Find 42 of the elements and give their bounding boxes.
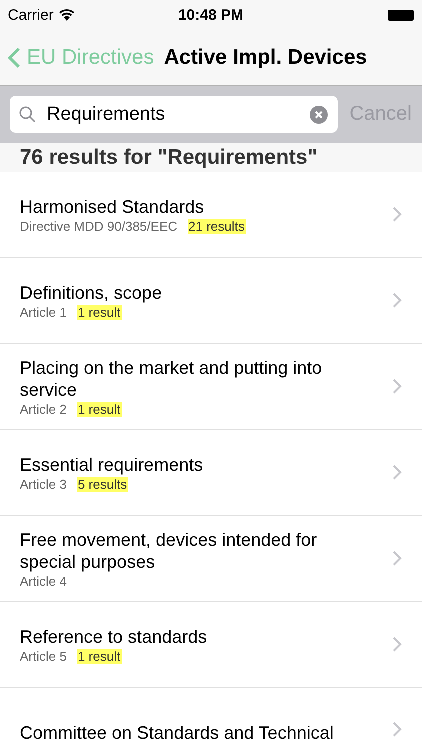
chevron-left-icon bbox=[8, 46, 21, 68]
clear-icon[interactable] bbox=[310, 106, 328, 124]
row-title: Free movement, devices intended for special purposes bbox=[20, 528, 318, 572]
row-subtitle: Article 5 bbox=[20, 648, 67, 664]
row-subtitle: Article 1 bbox=[20, 304, 67, 320]
result-row[interactable]: Definitions, scope Article 1 1 result bbox=[0, 258, 422, 344]
result-row[interactable]: Free movement, devices intended for special purposes Article 4 bbox=[0, 516, 422, 602]
chevron-right-icon bbox=[393, 551, 402, 566]
results-count: 76 results for "Requirements" bbox=[20, 146, 318, 170]
chevron-right-icon bbox=[393, 379, 402, 394]
row-subtitle: Article 3 bbox=[20, 476, 67, 492]
search-icon bbox=[19, 106, 36, 123]
clock-time: 10:48 PM bbox=[178, 6, 244, 24]
nav-title: Active Impl. Devices bbox=[164, 46, 368, 70]
result-row[interactable]: Essential requirements Article 3 5 results bbox=[0, 430, 422, 516]
wifi-icon bbox=[58, 9, 75, 21]
row-title: Definitions, scope bbox=[20, 282, 164, 304]
chevron-right-icon bbox=[393, 637, 402, 652]
result-count-badge: 1 result bbox=[76, 648, 122, 664]
result-row[interactable]: Placing on the market and putting into service Article 2 1 result bbox=[0, 344, 422, 430]
result-count-badge: 1 result bbox=[76, 304, 122, 320]
row-subtitle: Article 4 bbox=[20, 574, 67, 588]
result-row[interactable]: Committee on Standards and Technical bbox=[0, 688, 422, 750]
carrier-name: Carrier bbox=[8, 6, 54, 24]
result-row[interactable]: Reference to standards Article 5 1 result bbox=[0, 602, 422, 688]
battery-icon bbox=[388, 10, 414, 20]
row-title: Harmonised Standards bbox=[20, 196, 206, 218]
chevron-right-icon bbox=[393, 293, 402, 308]
result-count-badge: 21 results bbox=[188, 218, 246, 234]
row-title: Committee on Standards and Technical bbox=[20, 722, 335, 744]
chevron-right-icon bbox=[393, 465, 402, 480]
chevron-right-icon bbox=[393, 722, 402, 737]
chevron-right-icon bbox=[393, 207, 402, 222]
row-title: Reference to standards bbox=[20, 626, 208, 648]
row-subtitle: Directive MDD 90/385/EEC bbox=[20, 218, 178, 234]
row-title: Essential requirements bbox=[20, 454, 204, 476]
result-row[interactable]: Harmonised Standards Directive MDD 90/385/EEC 21 results bbox=[0, 172, 422, 258]
result-count-badge: 5 results bbox=[76, 476, 128, 492]
search-field[interactable]: Requirements bbox=[10, 96, 338, 133]
row-title: Placing on the market and putting into service bbox=[20, 356, 324, 400]
result-count-badge: 1 result bbox=[76, 402, 122, 416]
row-subtitle: Article 2 bbox=[20, 402, 67, 416]
